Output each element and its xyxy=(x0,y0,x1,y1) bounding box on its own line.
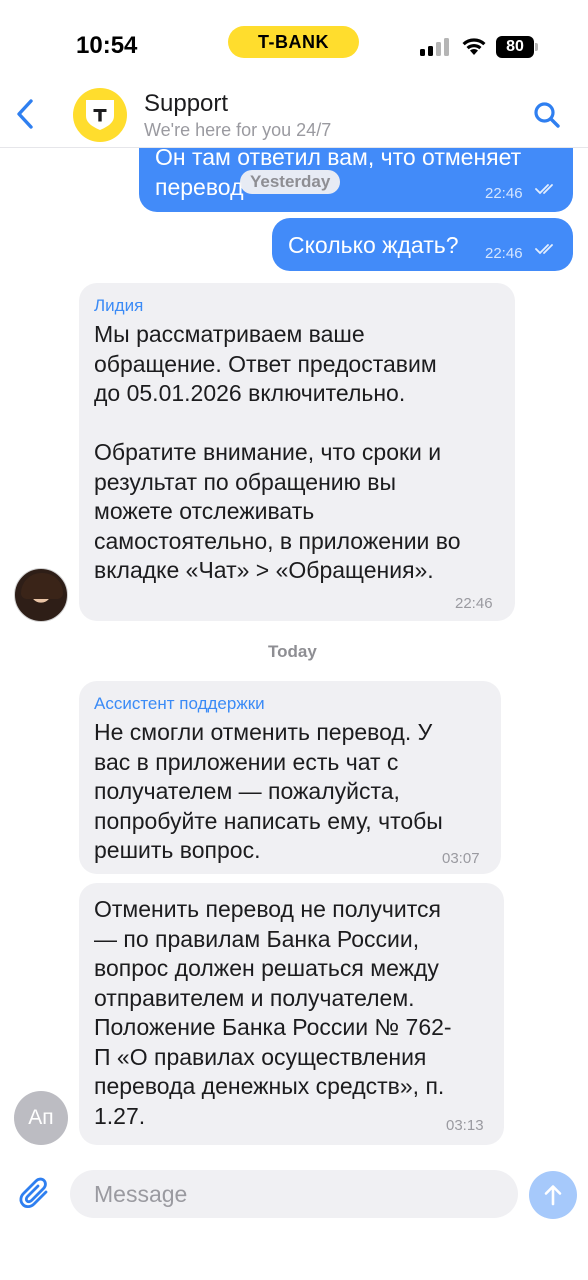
attach-button[interactable] xyxy=(18,1176,54,1212)
tbank-shield-icon xyxy=(86,100,114,130)
message-time: 03:07 xyxy=(442,850,480,867)
message-input[interactable] xyxy=(70,1170,518,1218)
send-arrow-icon xyxy=(544,1185,562,1206)
back-chevron-icon xyxy=(17,99,33,129)
date-separator-today: Today xyxy=(268,642,317,661)
paperclip-icon xyxy=(19,1177,48,1209)
message-time: 22:46 xyxy=(455,595,493,612)
avatar-hair-shape xyxy=(21,573,63,599)
battery-cap xyxy=(535,43,538,51)
agent-avatar[interactable] xyxy=(14,568,68,622)
incoming-message[interactable]: Отменить перевод не получится — по прави… xyxy=(79,883,504,1145)
battery-icon: 80 xyxy=(496,36,534,58)
incoming-message[interactable]: Ассистент поддержки Не смогли отменить п… xyxy=(79,681,501,874)
message-time: 03:13 xyxy=(446,1117,484,1134)
chat-subtitle: We're here for you 24/7 xyxy=(144,120,332,140)
chat-title: Support xyxy=(144,90,229,117)
composer-bar xyxy=(0,1152,588,1280)
support-avatar-logo[interactable] xyxy=(73,88,127,142)
date-separator-pill: Yesterday xyxy=(240,170,341,194)
message-text: Отменить перевод не получится — по прави… xyxy=(94,896,452,1129)
message-time: 22:46 xyxy=(485,245,523,262)
outgoing-message[interactable]: Он там ответил вам, что отменяет перевод… xyxy=(139,148,573,212)
incoming-message[interactable]: Лидия Мы рассматриваем ваше обращение. О… xyxy=(79,283,515,621)
search-button[interactable] xyxy=(530,98,564,132)
message-text: Не смогли отменить перевод. У вас в прил… xyxy=(94,719,443,863)
status-time: 10:54 xyxy=(76,32,138,59)
read-checkmarks-icon xyxy=(535,244,553,255)
brand-pill[interactable]: T-BANK xyxy=(228,26,359,58)
sender-name: Ассистент поддержки xyxy=(94,694,265,713)
message-text: Мы рассматриваем ваше обращение. Ответ п… xyxy=(94,321,461,583)
status-bar: 10:54 T-BANK 80 xyxy=(0,0,588,90)
message-list[interactable]: Он там ответил вам, что отменяет перевод… xyxy=(0,148,588,1148)
signal-icon xyxy=(420,38,449,56)
back-button[interactable] xyxy=(10,96,40,132)
wifi-icon xyxy=(462,38,486,55)
sender-name: Лидия xyxy=(94,296,144,315)
assistant-avatar[interactable]: Ап xyxy=(14,1091,68,1145)
outgoing-message[interactable]: Сколько ждать? 22:46 xyxy=(272,218,573,271)
read-checkmarks-icon xyxy=(535,184,553,195)
chat-header: Support We're here for you 24/7 xyxy=(0,84,588,148)
search-icon xyxy=(534,102,560,128)
send-button[interactable] xyxy=(529,1171,577,1219)
message-text: Сколько ждать? xyxy=(288,232,459,258)
message-time: 22:46 xyxy=(485,185,523,202)
